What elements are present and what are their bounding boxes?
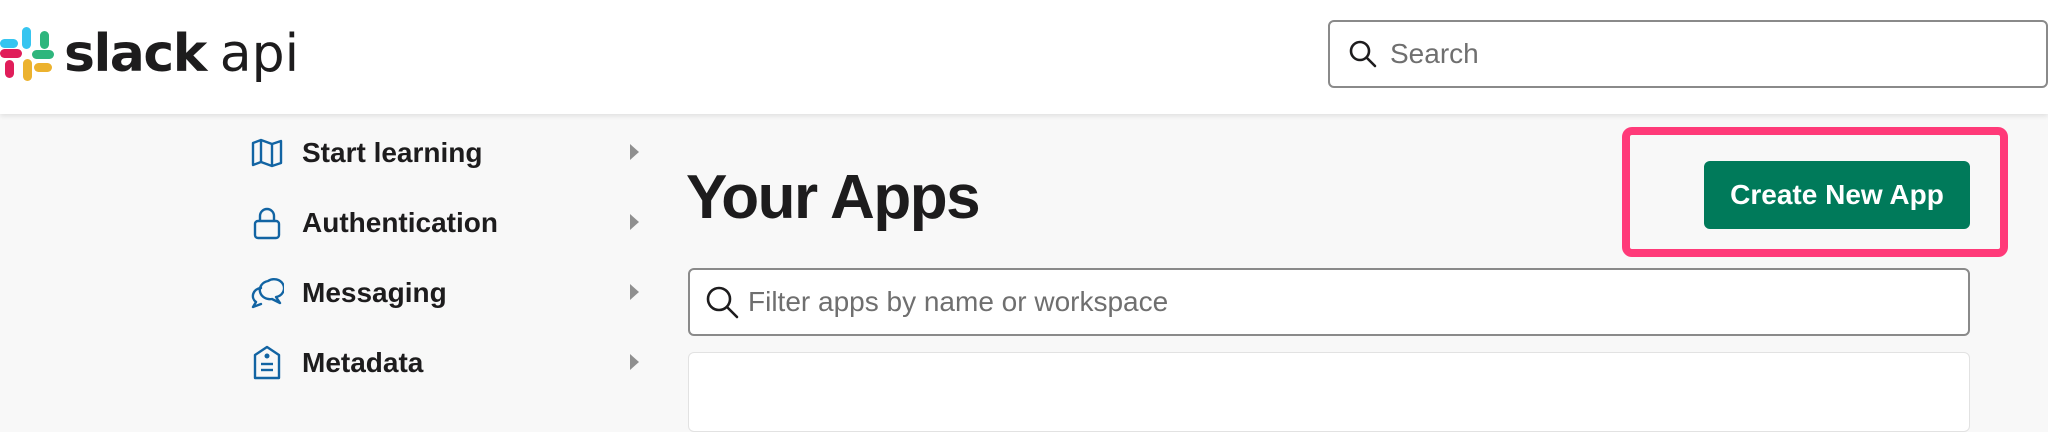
sidebar-item-start-learning[interactable]: Start learning	[250, 118, 650, 188]
sidebar-item-metadata[interactable]: Metadata	[250, 328, 650, 398]
chevron-right-icon	[630, 284, 639, 300]
top-header: slack api	[0, 0, 2048, 114]
chevron-right-icon	[630, 214, 639, 230]
sidebar-item-label: Authentication	[302, 207, 498, 238]
filter-apps-input[interactable]	[748, 286, 1898, 318]
create-new-app-button[interactable]: Create New App	[1704, 161, 1970, 229]
slack-api-logo[interactable]: slack api	[0, 22, 299, 86]
chevron-right-icon	[630, 354, 639, 370]
sidebar-item-authentication[interactable]: Authentication	[250, 188, 650, 258]
brand-name: slack	[64, 24, 207, 84]
slack-logo-icon	[0, 27, 54, 81]
search-icon	[1349, 40, 1377, 68]
apps-list-panel	[688, 352, 1970, 432]
map-icon	[250, 135, 284, 171]
sidebar-item-label: Messaging	[302, 277, 447, 308]
chat-bubbles-icon	[250, 275, 284, 311]
chevron-right-icon	[630, 144, 639, 160]
page-title: Your Apps	[686, 163, 981, 232]
sidebar-nav: Start learning Authentication Messaging	[250, 137, 650, 432]
sidebar-item-messaging[interactable]: Messaging	[250, 258, 650, 328]
lock-icon	[250, 205, 284, 241]
search-icon	[706, 286, 739, 319]
sidebar-item-label: Start learning	[302, 137, 483, 168]
sidebar-item-label: Metadata	[302, 347, 424, 378]
tag-icon	[250, 345, 284, 381]
header-search[interactable]	[1328, 20, 2048, 88]
search-input[interactable]	[1390, 38, 1990, 70]
filter-apps-search[interactable]	[688, 268, 1970, 336]
brand-suffix: api	[219, 24, 300, 84]
